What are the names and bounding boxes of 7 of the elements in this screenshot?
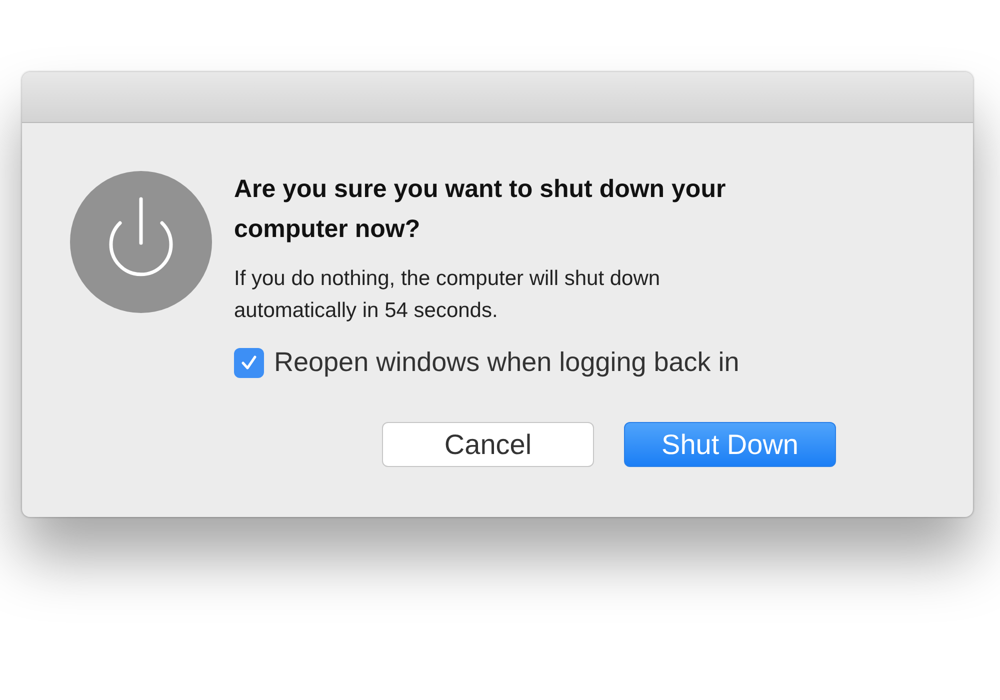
reopen-checkbox[interactable] <box>234 348 264 378</box>
dialog-title: Are you sure you want to shut down your computer now? <box>234 174 727 245</box>
power-icon <box>70 171 212 313</box>
checkmark-icon <box>239 352 259 372</box>
checkbox-label: Reopen windows when logging back in <box>274 347 740 378</box>
dialog-message: If you do nothing, the computer will shut down automatically in 54 seconds. <box>234 266 662 324</box>
cancel-button[interactable]: Cancel <box>382 422 594 467</box>
